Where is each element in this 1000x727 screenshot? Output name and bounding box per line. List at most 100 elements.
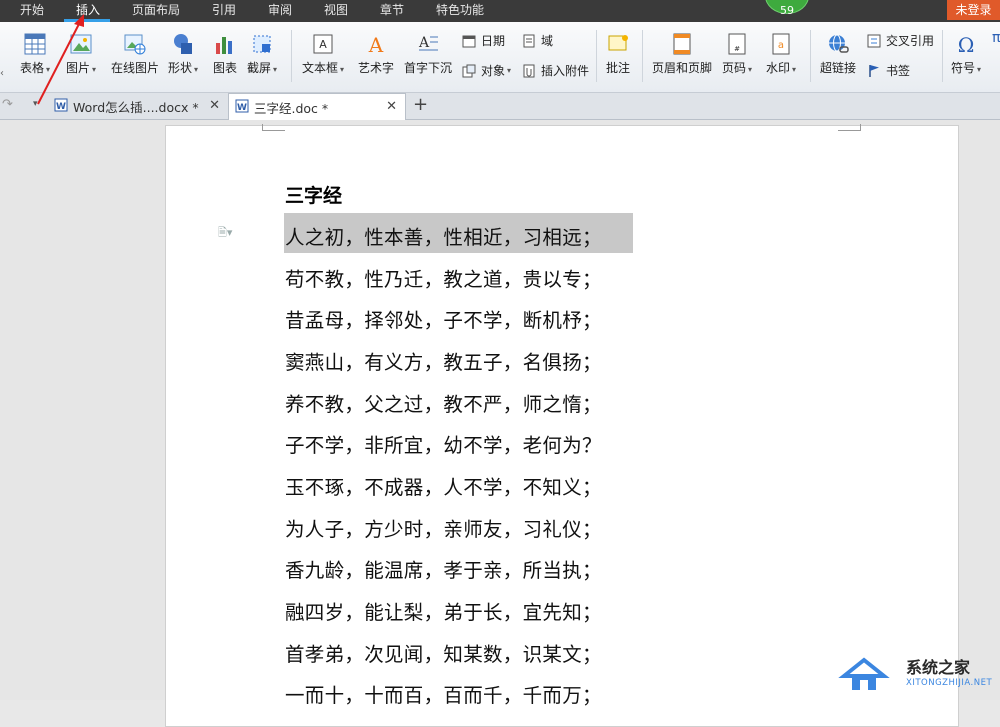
close-icon[interactable]: ✕: [209, 98, 220, 113]
document-line: 窦燕山，有义方，教五子，名俱扬；: [285, 351, 602, 374]
menu-page-layout[interactable]: 页面布局: [132, 0, 180, 22]
document-title: 三字经: [285, 185, 343, 207]
document-line: 子不学，非所宜，幼不学，老何为？: [285, 434, 602, 457]
shape-label: 形状: [168, 61, 193, 75]
dropcap-icon: A: [416, 32, 440, 56]
symbol-button[interactable]: Ω 符号 ▾: [951, 32, 981, 76]
chevron-down-icon[interactable]: ▾: [273, 65, 277, 74]
object-label: 对象: [481, 64, 506, 78]
header-footer-label: 页眉和页脚: [652, 61, 713, 75]
menu-review[interactable]: 审阅: [268, 0, 292, 22]
cross-reference-label: 交叉引用: [886, 34, 935, 48]
online-picture-label: 在线图片: [111, 61, 160, 75]
object-icon: [461, 63, 477, 79]
chevron-down-icon[interactable]: ▾: [507, 66, 511, 75]
shape-button[interactable]: 形状 ▾: [168, 32, 198, 76]
ribbon-separator: [942, 30, 943, 82]
shape-icon: [171, 32, 195, 56]
attachment-icon: [521, 63, 537, 79]
screenshot-button[interactable]: 截屏 ▾: [247, 32, 277, 76]
equation-icon[interactable]: π: [992, 30, 1000, 46]
picture-label: 图片: [66, 61, 91, 75]
site-watermark-logo: 系统之家 XITONGZHIJIA.NET: [838, 648, 1000, 700]
menu-start[interactable]: 开始: [20, 0, 44, 22]
online-picture-icon: [123, 32, 147, 56]
svg-text:W: W: [237, 103, 247, 113]
date-button[interactable]: 日期: [461, 32, 505, 49]
page-number-icon: #: [725, 32, 749, 56]
word-doc-icon: W: [54, 98, 68, 115]
globe-link-icon: [826, 32, 850, 56]
header-footer-button[interactable]: 页眉和页脚: [652, 32, 712, 76]
picture-button[interactable]: 图片 ▾: [66, 32, 96, 76]
table-button[interactable]: 表格 ▾: [20, 32, 50, 76]
insert-ribbon: ‹ 表格 ▾ 图片 ▾ 在线图片 形状 ▾ 图表 截屏 ▾ A 文本框 ▾ A 艺术字 A…: [0, 22, 1000, 93]
chevron-down-icon[interactable]: ▾: [977, 65, 981, 74]
tab-label: Word怎么插....docx *: [73, 99, 199, 115]
page-number-label: 页码: [722, 61, 747, 75]
object-button[interactable]: 对象 ▾: [461, 62, 511, 79]
svg-text:Ω: Ω: [958, 33, 975, 55]
chevron-down-icon[interactable]: ▾: [340, 65, 344, 74]
header-footer-icon: [670, 32, 694, 56]
menu-view[interactable]: 视图: [324, 0, 348, 22]
document-line: 一而十，十而百，百而千，千而万；: [285, 684, 602, 707]
bookmark-button[interactable]: 书签: [866, 62, 910, 79]
ribbon-separator: [642, 30, 643, 82]
attachment-button[interactable]: 插入附件: [521, 62, 589, 79]
attachment-label: 插入附件: [541, 64, 590, 78]
chevron-down-icon[interactable]: ▾: [748, 65, 752, 74]
tab-word-docx[interactable]: W Word怎么插....docx * ✕: [48, 93, 228, 119]
tab-list-chevron-down-icon[interactable]: ▾: [33, 99, 38, 109]
menu-bar: 开始 插入 页面布局 引用 审阅 视图 章节 特色功能 59 未登录: [0, 0, 1000, 22]
bookmark-label: 书签: [886, 64, 911, 78]
menu-chapter[interactable]: 章节: [380, 0, 404, 22]
tab-sanzijing-doc[interactable]: W 三字经.doc * ✕: [228, 93, 406, 120]
notification-badge[interactable]: 59: [765, 0, 809, 17]
dropcap-button[interactable]: A 首字下沉: [404, 32, 452, 76]
svg-text:A: A: [368, 33, 384, 55]
document-line: 昔孟母，择邻处，子不学，断机杼；: [285, 309, 602, 332]
cross-reference-button[interactable]: 交叉引用: [866, 32, 934, 49]
watermark-icon: a: [769, 32, 793, 56]
svg-text:A: A: [319, 38, 327, 51]
login-button[interactable]: 未登录: [947, 0, 1000, 20]
wordart-button[interactable]: A 艺术字: [358, 32, 394, 76]
ribbon-separator: [596, 30, 597, 82]
textbox-button[interactable]: A 文本框 ▾: [302, 32, 344, 76]
new-tab-plus-icon[interactable]: +: [413, 94, 428, 115]
svg-text:A: A: [418, 35, 430, 51]
flag-icon: [866, 63, 882, 79]
close-icon[interactable]: ✕: [386, 99, 397, 114]
cross-reference-icon: [866, 33, 882, 49]
margin-corner-left: [262, 124, 285, 131]
comment-button[interactable]: 批注: [606, 32, 630, 76]
document-line: 玉不琢，不成器，人不学，不知义；: [285, 476, 602, 499]
date-label: 日期: [481, 34, 506, 48]
page-number-button[interactable]: # 页码 ▾: [722, 32, 752, 76]
textbox-label: 文本框: [302, 61, 339, 75]
table-label: 表格: [20, 61, 45, 75]
calendar-icon: [461, 33, 477, 49]
chevron-down-icon[interactable]: ▾: [46, 65, 50, 74]
hyperlink-label: 超链接: [820, 61, 857, 75]
redo-icon[interactable]: ↷: [2, 97, 13, 112]
document-line: 首孝弟，次见闻，知某数，识某文；: [285, 643, 602, 666]
svg-text:#: #: [734, 45, 740, 53]
paragraph-handle-icon[interactable]: 🗎▾: [218, 224, 232, 243]
chevron-down-icon[interactable]: ▾: [92, 65, 96, 74]
hyperlink-button[interactable]: 超链接: [820, 32, 856, 76]
table-icon: [23, 32, 47, 56]
document-line: 人之初，性本善，性相近，习相远；: [285, 226, 602, 249]
watermark-button[interactable]: a 水印 ▾: [766, 32, 796, 76]
document-tabs-bar: ↷ ▾ W Word怎么插....docx * ✕ W 三字经.doc * ✕ …: [0, 93, 1000, 120]
ribbon-scroll-left-icon[interactable]: ‹: [0, 68, 4, 79]
menu-references[interactable]: 引用: [212, 0, 236, 22]
chevron-down-icon[interactable]: ▾: [792, 65, 796, 74]
chart-button[interactable]: 图表: [213, 32, 237, 76]
ribbon-separator: [810, 30, 811, 82]
online-picture-button[interactable]: 在线图片: [111, 32, 159, 76]
menu-special-features[interactable]: 特色功能: [436, 0, 484, 22]
chevron-down-icon[interactable]: ▾: [194, 65, 198, 74]
field-button[interactable]: 域: [521, 32, 553, 49]
